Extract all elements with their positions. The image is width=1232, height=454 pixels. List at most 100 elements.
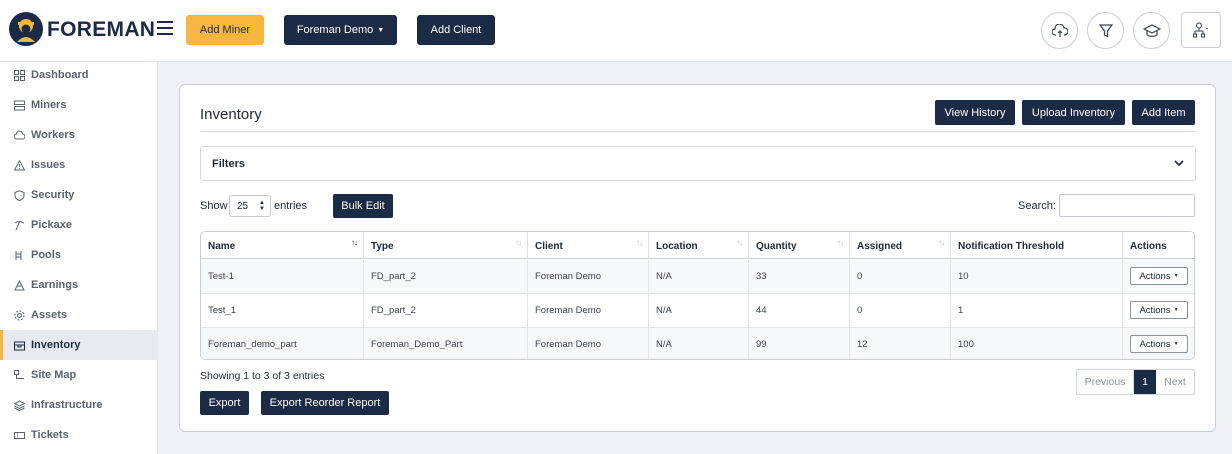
sort-icon: ↑↓ xyxy=(938,238,945,247)
view-history-label: View History xyxy=(944,106,1006,119)
cell-quantity: 33 xyxy=(749,260,850,293)
column-header-label: Actions xyxy=(1130,241,1167,252)
sidebar-item-pools[interactable]: Pools xyxy=(0,240,158,270)
caret-down-icon: ▼ xyxy=(1173,307,1179,313)
search-input[interactable] xyxy=(1059,194,1195,217)
sidebar-item-security[interactable]: Security xyxy=(0,180,158,210)
cloud-upload-icon[interactable] xyxy=(1041,12,1078,49)
bulk-edit-label: Bulk Edit xyxy=(341,200,385,212)
cell-assigned: 0 xyxy=(850,294,951,327)
column-header-location[interactable]: Location ↑↓ xyxy=(649,232,749,259)
sidebar-item-label: Miners xyxy=(31,99,67,111)
foreman-logo-icon[interactable] xyxy=(9,12,43,46)
row-actions-label: Actions xyxy=(1139,270,1171,282)
organization-select[interactable]: Foreman Demo ▼ xyxy=(284,15,397,45)
column-header-label: Client xyxy=(535,241,563,252)
column-header-name[interactable]: Name ↑↓ xyxy=(201,232,364,259)
sidebar-item-inventory[interactable]: Inventory xyxy=(0,330,158,360)
sort-icon: ↑↓ xyxy=(837,238,844,247)
sidebar-item-site-map[interactable]: Site Map xyxy=(0,360,158,390)
export-reorder-label: Export Reorder Report xyxy=(269,397,381,409)
row-actions-label: Actions xyxy=(1139,304,1171,316)
table-info: Showing 1 to 3 of 3 entries xyxy=(200,370,325,382)
chevron-down-icon xyxy=(1174,160,1184,167)
table-row: Test-1 FD_part_2 Foreman Demo N/A 33 0 1… xyxy=(201,260,1194,294)
table-row: Test_1 FD_part_2 Foreman Demo N/A 44 0 1… xyxy=(201,294,1194,328)
sidebar-item-workers[interactable]: Workers xyxy=(0,120,158,150)
sidebar-item-label: Tickets xyxy=(31,429,69,441)
sidebar-item-pickaxe[interactable]: Pickaxe xyxy=(0,210,158,240)
add-miner-button[interactable]: Add Miner xyxy=(186,15,264,45)
column-header-assigned[interactable]: Assigned ↑↓ xyxy=(850,232,951,259)
sort-icon: ↑↓ xyxy=(636,238,643,247)
cell-quantity: 99 xyxy=(749,328,850,359)
graduation-cap-icon[interactable] xyxy=(1133,12,1170,49)
brand-name[interactable]: FOREMAN xyxy=(47,18,155,42)
cell-name: Test-1 xyxy=(201,260,364,293)
cell-threshold: 1 xyxy=(951,294,1123,327)
cell-location: N/A xyxy=(649,328,749,359)
filter-icon[interactable] xyxy=(1087,12,1124,49)
bulk-edit-button[interactable]: Bulk Edit xyxy=(333,194,393,218)
sidebar-item-label: Site Map xyxy=(31,369,77,381)
view-history-button[interactable]: View History xyxy=(935,100,1015,125)
sort-icon: ↑↓ xyxy=(515,238,522,247)
upload-inventory-button[interactable]: Upload Inventory xyxy=(1022,100,1125,125)
filters-label: Filters xyxy=(212,158,246,170)
column-header-label: Notification Threshold xyxy=(958,241,1065,252)
row-actions-button[interactable]: Actions ▼ xyxy=(1130,301,1188,319)
server-icon xyxy=(14,100,25,111)
sidebar-item-issues[interactable]: Issues xyxy=(0,150,158,180)
cell-assigned: 0 xyxy=(850,260,951,293)
sidebar: Dashboard Miners Workers Issues Security… xyxy=(0,62,158,454)
column-header-label: Location xyxy=(656,241,698,252)
sidebar-item-infrastructure[interactable]: Infrastructure xyxy=(0,390,158,420)
pool-icon xyxy=(14,250,25,261)
add-item-button[interactable]: Add Item xyxy=(1132,100,1195,125)
caret-down-icon: ▼ xyxy=(377,26,385,34)
column-header-client[interactable]: Client ↑↓ xyxy=(528,232,649,259)
add-client-button[interactable]: Add Client xyxy=(417,15,495,45)
column-header-quantity[interactable]: Quantity ↑↓ xyxy=(749,232,850,259)
sidebar-item-assets[interactable]: Assets xyxy=(0,300,158,330)
pagination-page-1[interactable]: 1 xyxy=(1134,370,1156,394)
sidebar-item-earnings[interactable]: Earnings xyxy=(0,270,158,300)
sort-icon: ↑↓ xyxy=(736,238,743,247)
row-actions-button[interactable]: Actions ▼ xyxy=(1130,267,1188,285)
cell-type: FD_part_2 xyxy=(364,294,528,327)
sort-asc-icon: ↑↓ xyxy=(351,238,358,247)
sidebar-item-label: Inventory xyxy=(31,339,81,351)
add-client-label: Add Client xyxy=(430,24,482,36)
inventory-table: Name ↑↓ Type ↑↓ Client ↑↓ Location ↑↓ Quanti… xyxy=(200,231,1195,360)
cell-client: Foreman Demo xyxy=(528,294,649,327)
upload-inventory-label: Upload Inventory xyxy=(1031,106,1116,119)
filters-accordion[interactable]: Filters xyxy=(200,146,1196,181)
export-label: Export xyxy=(208,397,241,409)
cell-name: Foreman_demo_part xyxy=(201,328,364,359)
export-button[interactable]: Export xyxy=(200,391,249,415)
pagination: Previous 1 Next xyxy=(1076,369,1195,395)
column-header-label: Type xyxy=(371,241,394,252)
pagination-previous[interactable]: Previous xyxy=(1077,370,1134,394)
row-actions-button[interactable]: Actions ▼ xyxy=(1130,335,1188,353)
sidebar-item-tickets[interactable]: Tickets xyxy=(0,420,158,450)
cell-type: FD_part_2 xyxy=(364,260,528,293)
export-reorder-report-button[interactable]: Export Reorder Report xyxy=(261,391,389,415)
organization-select-label: Foreman Demo xyxy=(296,24,374,36)
user-network-icon xyxy=(1193,22,1208,38)
entries-select[interactable]: 25 ▲ ▼ xyxy=(229,195,271,217)
sidebar-item-label: Security xyxy=(31,189,75,201)
menu-toggle-icon[interactable] xyxy=(157,21,173,35)
column-header-label: Quantity xyxy=(756,241,797,252)
pagination-next[interactable]: Next xyxy=(1156,370,1194,394)
sidebar-item-label: Infrastructure xyxy=(31,399,103,411)
sidebar-item-dashboard[interactable]: Dashboard xyxy=(0,60,158,90)
user-menu-button[interactable] xyxy=(1181,12,1221,48)
dashboard-icon xyxy=(14,69,25,81)
cell-actions: Actions ▼ xyxy=(1123,294,1194,327)
column-header-label: Name xyxy=(208,241,236,252)
cell-assigned: 12 xyxy=(850,328,951,359)
cell-location: N/A xyxy=(649,260,749,293)
sidebar-item-miners[interactable]: Miners xyxy=(0,90,158,120)
column-header-type[interactable]: Type ↑↓ xyxy=(364,232,528,259)
